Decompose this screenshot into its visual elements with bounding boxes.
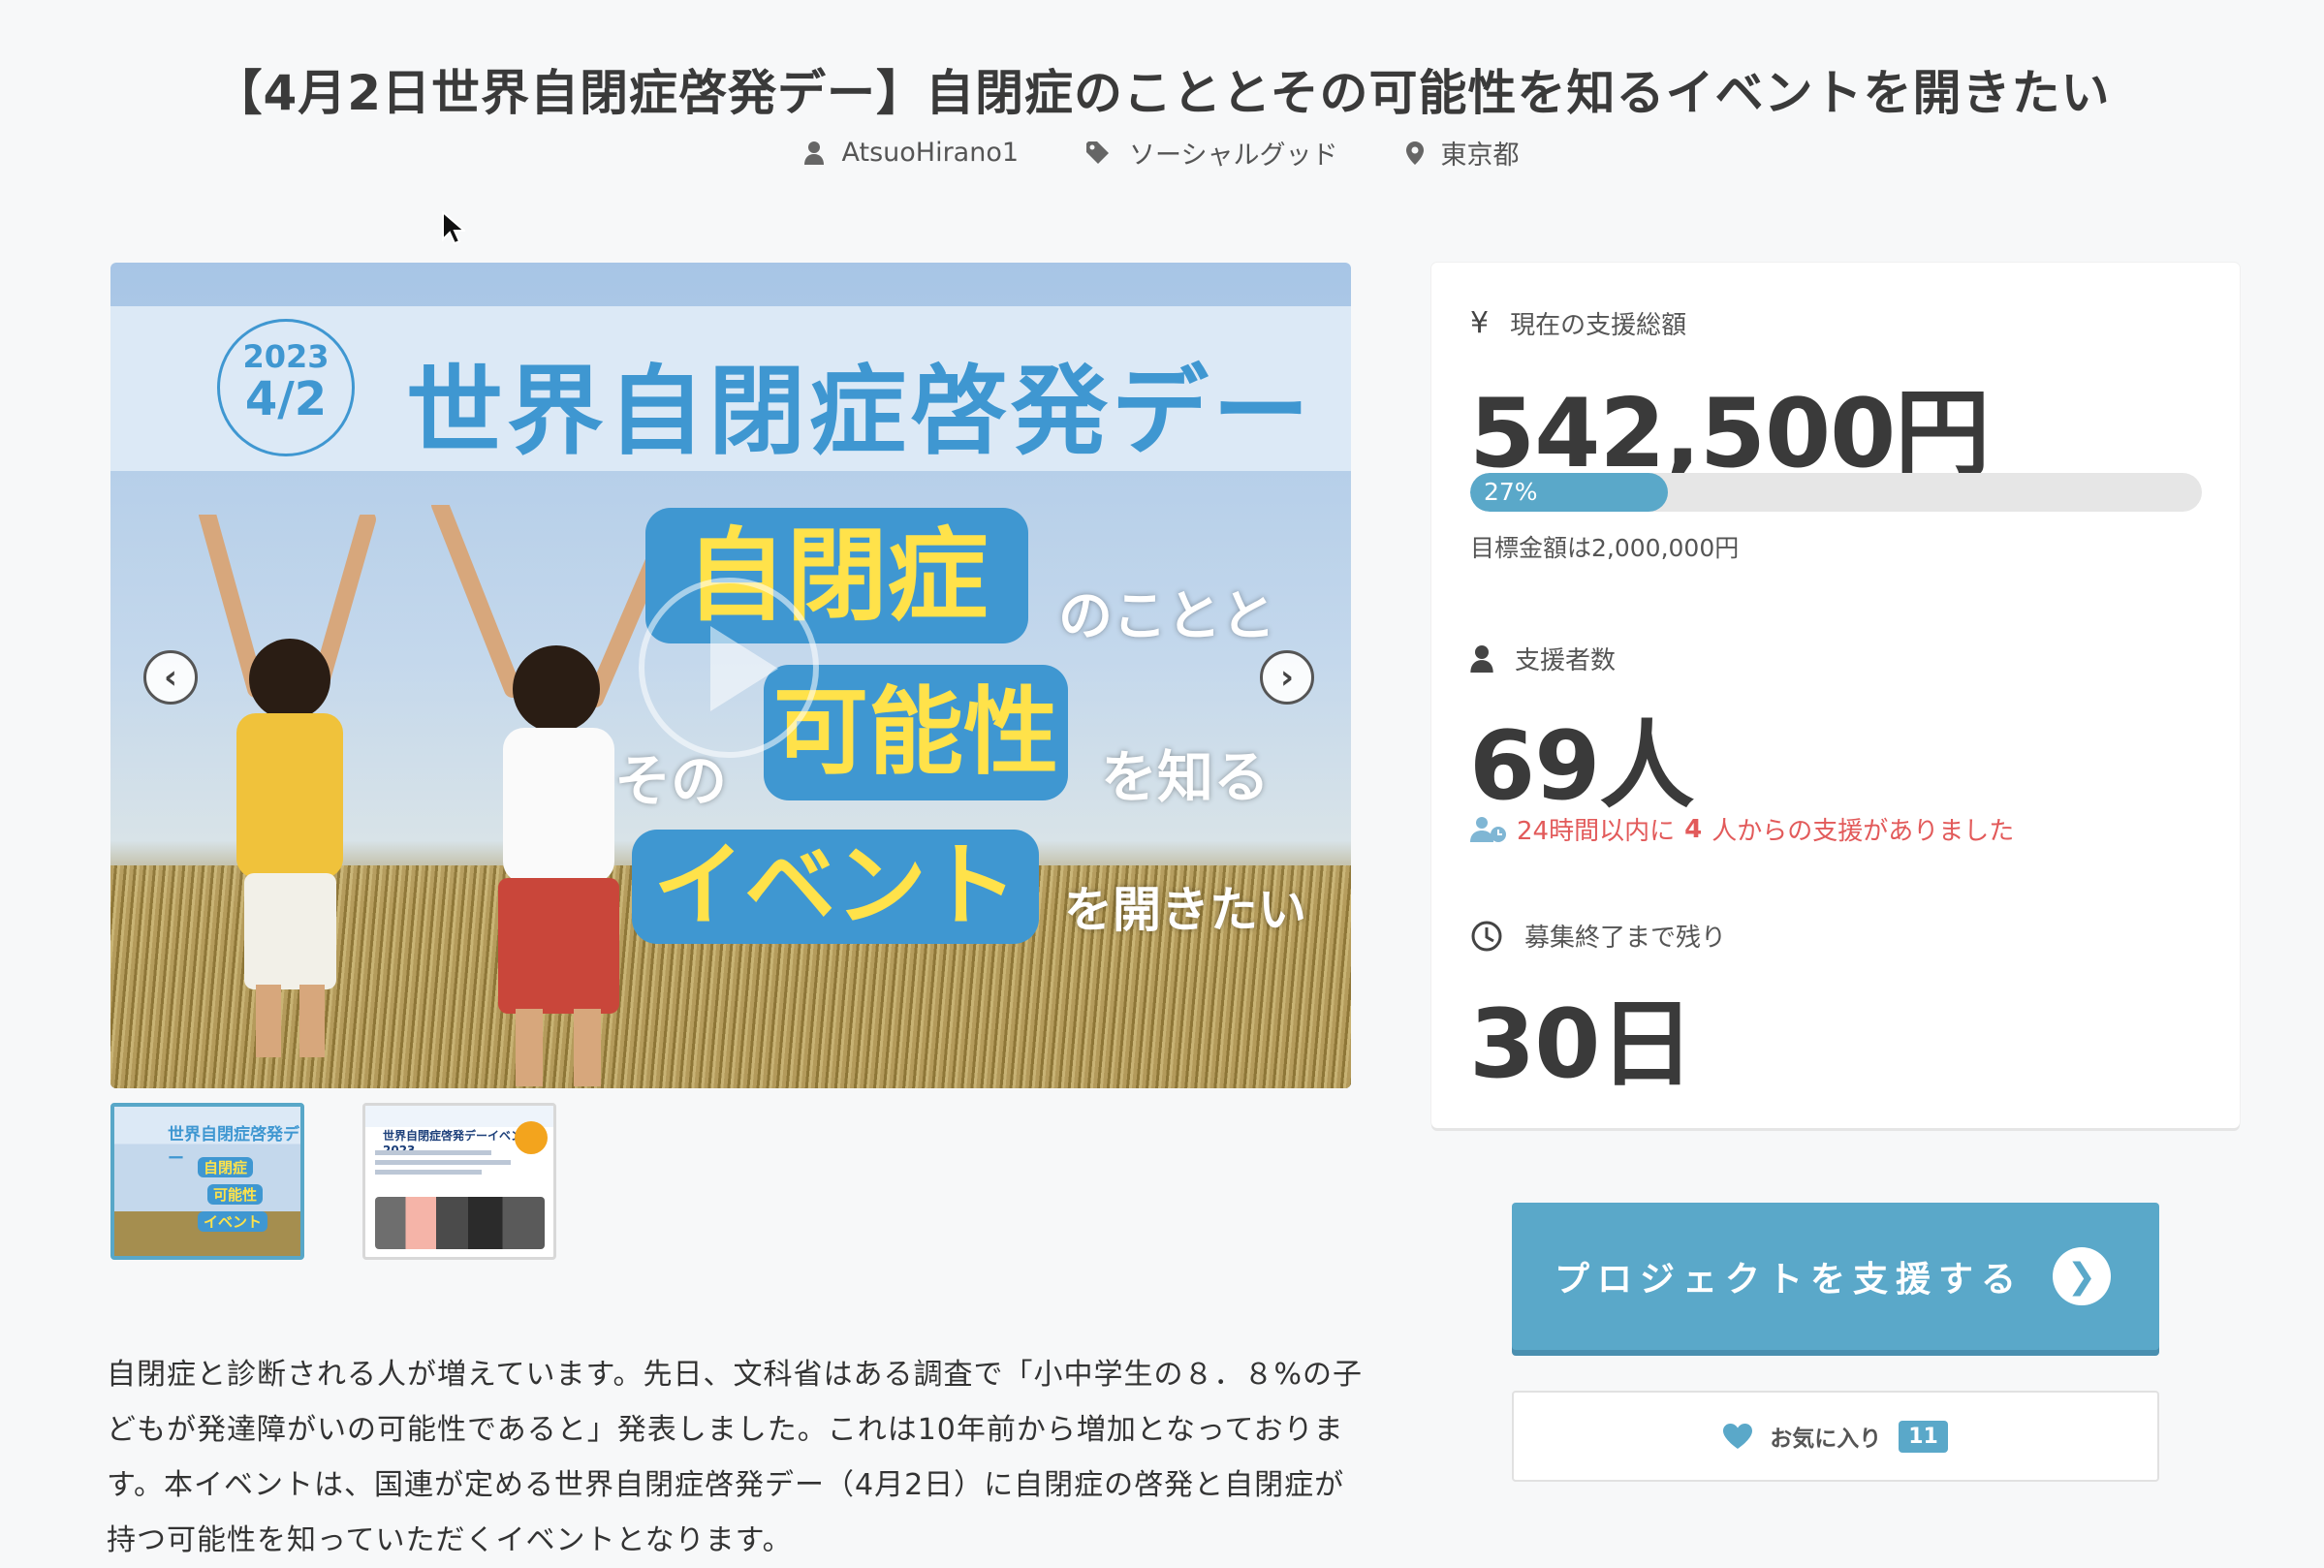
hero-text-4: を開きたい <box>1064 882 1306 938</box>
funding-stats-card: ¥ 現在の支援総額 542,500円 27% 目標金額は2,000,000円 支… <box>1431 263 2240 1128</box>
hero-headline: 世界自閉症啓発デー <box>406 355 1313 468</box>
thumbnail-1-word-3: イベント <box>198 1211 268 1232</box>
thumbnail-1-word-1: 自閉症 <box>198 1157 254 1177</box>
slider-prev-button[interactable]: ‹ <box>143 650 198 705</box>
clock-icon <box>1471 921 1502 951</box>
thumbnail-1[interactable]: 世界自閉症啓発デー 自閉症 可能性 イベント <box>110 1103 304 1260</box>
thumbnail-2-speakers <box>375 1197 545 1249</box>
thumbnail-1-word-2: 可能性 <box>207 1184 264 1205</box>
remaining-label: 募集終了まで残り <box>1524 924 1727 953</box>
author-name: AtsuoHirano1 <box>841 138 1020 168</box>
location-link[interactable]: 東京都 <box>1405 134 1520 172</box>
thumbnail-2-line <box>375 1170 482 1175</box>
child-left-illustration <box>199 515 376 1057</box>
hero-date-badge: 2023 4/2 <box>217 319 355 456</box>
backers-label: 支援者数 <box>1515 646 1617 675</box>
category-link[interactable]: ソーシャルグッド <box>1086 134 1338 172</box>
funding-progress-fill: 27% <box>1470 473 1668 512</box>
thumbnail-2-line <box>375 1160 511 1165</box>
heart-icon <box>1723 1424 1753 1449</box>
author-link[interactable]: AtsuoHirano1 <box>804 134 1019 172</box>
hero-word-event: イベント <box>632 830 1039 944</box>
thumbnail-2[interactable]: 世界自閉症啓発デーイベント2023 <box>362 1103 556 1260</box>
thumbnail-2-badge <box>515 1121 548 1154</box>
thumbnail-2-line <box>375 1150 491 1155</box>
recent-backers-icon <box>1470 816 1506 842</box>
tag-icon <box>1086 141 1110 164</box>
chevron-right-icon: ❯ <box>2053 1247 2111 1305</box>
goal-amount: 目標金額は2,000,000円 <box>1470 534 1740 562</box>
mouse-cursor-icon <box>442 211 465 245</box>
hero-year: 2023 <box>242 338 330 375</box>
project-meta: AtsuoHirano1 ソーシャルグッド 東京都 <box>0 134 2324 172</box>
page-title: 【4月2日世界自閉症啓発デー】自閉症のこととその可能性を知るイベントを開きたい <box>213 64 2111 121</box>
hero-text-3: を知る <box>1101 744 1271 810</box>
favorite-count: 11 <box>1899 1420 1948 1453</box>
support-button-label: プロジェクトを支援する <box>1555 1260 2025 1300</box>
user-icon <box>804 141 825 165</box>
funding-progress-bar: 27% <box>1470 473 2202 512</box>
favorite-label: お気に入り <box>1770 1427 1882 1452</box>
user-icon <box>1470 644 1493 673</box>
hero-text-1: のことと <box>1058 585 1275 648</box>
recent-count: 4 <box>1684 814 1703 844</box>
backers-value: 69人 <box>1469 711 1694 822</box>
recent-prefix: 24時間以内に <box>1517 817 1676 846</box>
play-video-icon[interactable] <box>639 578 819 758</box>
pin-icon <box>1405 141 1424 165</box>
category-name: ソーシャルグッド <box>1129 141 1338 171</box>
support-project-button[interactable]: プロジェクトを支援する ❯ <box>1512 1203 2159 1350</box>
amount-label: 現在の支援総額 <box>1510 311 1687 340</box>
location-name: 東京都 <box>1440 141 1520 171</box>
hero-date: 4/2 <box>244 372 328 426</box>
project-description: 自閉症と診断される人が増えています。先日、文科省はある調査で「小中学生の８．８%… <box>107 1358 1364 1557</box>
favorite-button[interactable]: お気に入り 11 <box>1512 1391 2159 1482</box>
amount-label-row: ¥ 現在の支援総額 <box>1470 305 1686 341</box>
yen-icon: ¥ <box>1470 306 1490 340</box>
slider-next-button[interactable]: › <box>1260 650 1314 705</box>
remaining-label-row: 募集終了まで残り <box>1470 918 1726 954</box>
recent-support-note: 24時間以内に 4 人からの支援がありました <box>1470 811 2014 847</box>
remaining-value: 30日 <box>1469 989 1694 1100</box>
chevron-left-icon: ‹ <box>163 658 177 697</box>
chevron-right-icon: › <box>1279 658 1294 697</box>
project-image-slider[interactable]: 2023 4/2 世界自閉症啓発デー 自閉症 のことと その 可能性 を知る イ… <box>110 263 1351 1088</box>
recent-suffix: 人からの支援がありました <box>1712 817 2015 846</box>
backers-label-row: 支援者数 <box>1470 641 1616 676</box>
